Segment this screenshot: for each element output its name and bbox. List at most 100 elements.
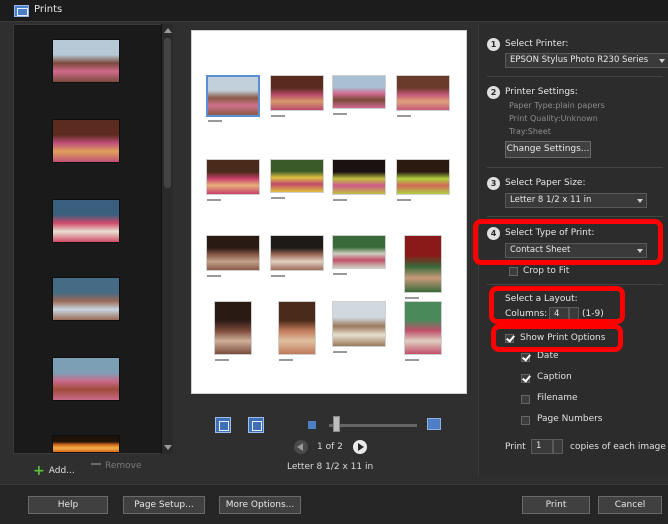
preview-thumbnail[interactable] xyxy=(206,75,260,122)
zoom-out-icon[interactable] xyxy=(308,421,316,429)
preview-thumbnail[interactable] xyxy=(206,235,260,277)
next-page-button[interactable] xyxy=(353,440,367,454)
remove-label: Remove xyxy=(105,461,142,471)
film-thumb-2[interactable] xyxy=(52,119,120,163)
preview-thumbnail[interactable] xyxy=(214,301,252,361)
filmstrip-toolbar: + Add... Remove xyxy=(13,455,173,479)
thumbnail-caption xyxy=(333,273,347,275)
divider xyxy=(487,167,663,168)
caption-checkbox[interactable] xyxy=(521,374,530,383)
page-numbers-label: Page Numbers xyxy=(537,414,603,424)
preview-thumbnail[interactable] xyxy=(270,235,324,277)
step-1-badge: 1 xyxy=(487,38,500,51)
add-button[interactable]: + Add... xyxy=(33,461,75,479)
change-settings-button[interactable]: Change Settings... xyxy=(505,141,591,158)
highlight-show-options xyxy=(491,324,623,352)
thumbnail-caption xyxy=(333,199,347,201)
crop-to-fit-label: Crop to Fit xyxy=(523,266,570,276)
film-thumb-1[interactable] xyxy=(52,39,120,83)
page-indicator: 1 of 2 xyxy=(317,442,343,452)
filmstrip-scrollbar[interactable] xyxy=(161,24,173,454)
window-title: Prints xyxy=(34,4,63,15)
page-setup-button[interactable]: Page Setup... xyxy=(123,496,205,514)
thumbnail-caption xyxy=(333,113,347,115)
previous-page-button[interactable] xyxy=(294,440,308,454)
chevron-down-icon xyxy=(659,59,665,63)
select-printer-label: Select Printer: xyxy=(505,39,569,49)
caption-label: Caption xyxy=(537,372,572,382)
divider xyxy=(487,284,663,285)
preview-thumbnail[interactable] xyxy=(332,75,386,115)
copies-input[interactable]: 1 xyxy=(531,439,553,454)
add-label: Add... xyxy=(48,466,75,476)
preview-controls: 1 of 2 Letter 8 1/2 x 11 in xyxy=(191,412,467,472)
filename-checkbox[interactable] xyxy=(521,395,530,404)
highlight-layout xyxy=(489,286,625,324)
film-thumb-4[interactable] xyxy=(52,277,120,321)
copies-suffix: copies of each image xyxy=(570,442,666,452)
print-settings-panel: 1 Select Printer: EPSON Stylus Photo R23… xyxy=(473,24,668,476)
minus-icon xyxy=(91,463,101,465)
more-options-button[interactable]: More Options... xyxy=(219,496,301,514)
zoom-in-icon[interactable] xyxy=(427,418,441,430)
thumbnail-caption xyxy=(208,120,222,122)
thumbnail-caption xyxy=(405,359,419,361)
thumbnail-caption xyxy=(207,199,221,201)
paper-size-dropdown[interactable]: Letter 8 1/2 x 11 in xyxy=(505,193,647,208)
bottom-button-bar: Help Page Setup... More Options... Print… xyxy=(0,484,668,524)
filmstrip xyxy=(13,24,173,454)
zoom-slider-handle[interactable] xyxy=(333,416,340,432)
printer-value: EPSON Stylus Photo R230 Series xyxy=(510,55,649,65)
thumbnail-caption xyxy=(215,359,229,361)
printer-dropdown[interactable]: EPSON Stylus Photo R230 Series xyxy=(505,53,668,68)
rotate-right-icon[interactable] xyxy=(248,417,264,433)
crop-to-fit-checkbox[interactable] xyxy=(509,267,518,276)
help-button[interactable]: Help xyxy=(28,496,108,514)
preview-thumbnail[interactable] xyxy=(270,75,324,117)
date-checkbox[interactable] xyxy=(521,353,530,362)
paper-type-text: Paper Type:plain papers xyxy=(509,101,605,110)
preview-thumbnail[interactable] xyxy=(332,159,386,201)
thumbnail-caption xyxy=(279,359,293,361)
plus-icon: + xyxy=(33,463,45,479)
highlight-print-type xyxy=(473,219,663,265)
copies-prefix: Print xyxy=(505,442,526,452)
select-paper-size-label: Select Paper Size: xyxy=(505,178,586,188)
preview-thumbnail[interactable] xyxy=(404,301,442,361)
preview-thumbnail[interactable] xyxy=(278,301,316,361)
print-quality-text: Print Quality:Unknown xyxy=(509,114,598,123)
thumbnail-caption xyxy=(397,199,411,201)
scroll-down-icon[interactable] xyxy=(164,445,172,450)
thumbnail-caption xyxy=(397,115,411,117)
preview-thumbnail[interactable] xyxy=(206,159,260,201)
film-thumb-5[interactable] xyxy=(52,357,120,401)
step-3-badge: 3 xyxy=(487,177,500,190)
cancel-button[interactable]: Cancel xyxy=(598,496,662,514)
divider xyxy=(487,216,663,217)
paper-size-value: Letter 8 1/2 x 11 in xyxy=(510,195,592,205)
filename-label: Filename xyxy=(537,393,578,403)
thumbnail-caption xyxy=(333,351,347,353)
preview-thumbnail[interactable] xyxy=(332,301,386,353)
film-thumb-3[interactable] xyxy=(52,199,120,243)
app-icon xyxy=(14,5,29,17)
chevron-down-icon xyxy=(637,199,643,203)
rotate-left-icon[interactable] xyxy=(215,417,231,433)
thumbnail-caption xyxy=(207,275,221,277)
preview-thumbnail[interactable] xyxy=(270,159,324,199)
printer-settings-label: Printer Settings: xyxy=(505,87,578,97)
prints-window: Prints + Add... Remove 1 of 2 Letter 8 1/… xyxy=(0,0,668,524)
preview-thumbnail[interactable] xyxy=(396,159,450,201)
paper-size-label: Letter 8 1/2 x 11 in xyxy=(287,462,374,472)
preview-thumbnail[interactable] xyxy=(404,235,442,299)
print-button[interactable]: Print xyxy=(522,496,590,514)
zoom-slider-track[interactable] xyxy=(329,424,417,427)
film-thumb-6[interactable] xyxy=(52,435,120,453)
step-2-badge: 2 xyxy=(487,86,500,99)
scroll-thumb[interactable] xyxy=(164,38,171,188)
copies-stepper[interactable] xyxy=(553,439,563,454)
preview-thumbnail[interactable] xyxy=(396,75,450,117)
page-numbers-checkbox[interactable] xyxy=(521,416,530,425)
preview-thumbnail[interactable] xyxy=(332,235,386,275)
scroll-up-icon[interactable] xyxy=(164,28,172,33)
